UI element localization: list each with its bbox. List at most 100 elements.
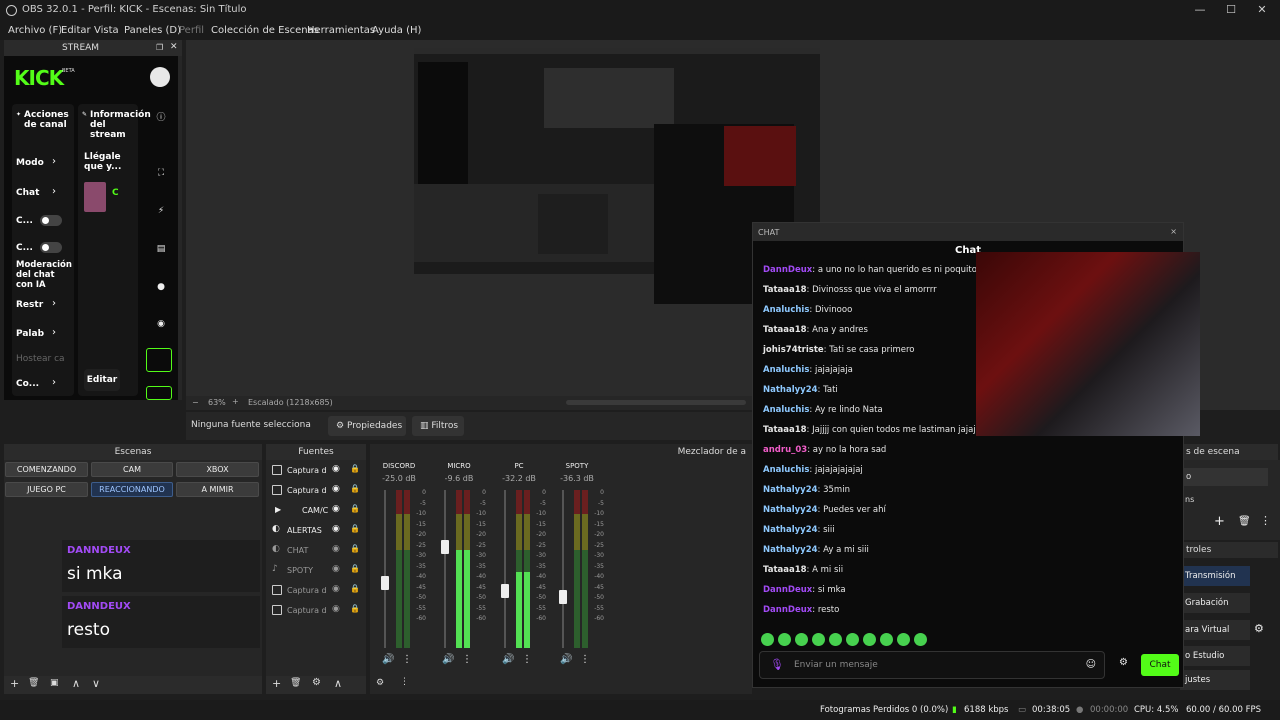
emote-icon[interactable] (812, 633, 825, 646)
source-item[interactable]: Captura d ◉ 🔒 (272, 601, 366, 621)
chevron-right-icon[interactable]: › (52, 327, 56, 338)
microphone-icon[interactable]: 🎙 (770, 658, 784, 671)
fader-knob[interactable] (381, 576, 389, 590)
eye-icon[interactable]: ◉ (332, 564, 340, 574)
source-item[interactable]: Captura d ◉ 🔒 (272, 461, 366, 481)
horizontal-scrollbar[interactable] (566, 400, 746, 405)
start-recording-button[interactable]: Grabación (1180, 593, 1250, 613)
broadcast-icon[interactable]: ◉ (154, 319, 168, 333)
document-icon[interactable]: ▤ (154, 244, 168, 258)
trash-icon[interactable]: 🗑 (28, 678, 39, 688)
advanced-audio-icon[interactable]: ⚙ (376, 678, 384, 688)
menu-archivo[interactable]: Archivo (F) (8, 25, 62, 36)
toggle-switch[interactable] (40, 242, 62, 253)
float-icon[interactable]: ❐ (156, 43, 163, 52)
chat-label[interactable]: Chat (16, 188, 39, 198)
virtual-camera-gear-icon[interactable]: ⚙ (1254, 622, 1264, 635)
words-label[interactable]: Palab (16, 329, 44, 339)
close-button[interactable]: ✕ (1250, 3, 1274, 19)
arrow-up-icon[interactable]: ∧ (334, 677, 342, 690)
emote-icon[interactable] (880, 633, 893, 646)
chat-message-user[interactable]: Analuchis (763, 365, 809, 375)
chat-send-button[interactable]: Chat (1141, 654, 1179, 676)
chat-message-user[interactable]: DannDeux (763, 605, 812, 615)
chat-close-icon[interactable]: × (1170, 227, 1177, 236)
volume-fader[interactable] (384, 490, 386, 648)
chat-message-user[interactable]: Tataaa18 (763, 425, 807, 435)
studio-mode-button[interactable]: o Estudio (1180, 646, 1250, 666)
emote-icon[interactable] (829, 633, 842, 646)
lock-icon[interactable]: 🔒 (350, 524, 360, 533)
source-item[interactable]: ◐ ALERTAS ◉ 🔒 (272, 521, 366, 541)
chat-settings-gear-icon[interactable]: ⚙ (1119, 657, 1128, 668)
edit-button[interactable]: Editar (84, 369, 120, 391)
add-icon[interactable]: + (10, 677, 19, 690)
source-item[interactable]: Captura d ◉ 🔒 (272, 581, 366, 601)
speaker-icon[interactable]: 🔊 (560, 654, 572, 665)
menu-herramientas[interactable]: Herramientas (307, 25, 375, 36)
chat-message-user[interactable]: Analuchis (763, 465, 809, 475)
menu-coleccion-escenas[interactable]: Colección de Escenas (211, 25, 319, 36)
chat-bubble-icon[interactable]: ● (154, 282, 168, 296)
trash-icon[interactable]: 🗑 (290, 678, 301, 688)
lock-icon[interactable]: 🔒 (350, 584, 360, 593)
toggle-switch[interactable] (40, 215, 62, 226)
menu-dots-icon[interactable]: ⋮ (580, 654, 590, 665)
scene-juego-pc[interactable]: JUEGO PC (5, 482, 88, 497)
remove-transition-icon[interactable]: 🗑 (1238, 516, 1251, 527)
zoom-in-button[interactable]: + (232, 397, 239, 406)
chevron-right-icon[interactable]: › (52, 156, 56, 167)
chat-message-user[interactable]: DannDeux (763, 585, 812, 595)
volume-fader[interactable] (504, 490, 506, 648)
fader-knob[interactable] (441, 540, 449, 554)
layout-toggle-button[interactable] (146, 348, 172, 372)
lock-icon[interactable]: 🔒 (350, 564, 360, 573)
duration-field[interactable]: ns (1182, 492, 1268, 508)
chat-message-user[interactable]: DannDeux (763, 265, 812, 275)
emote-icon[interactable] (761, 633, 774, 646)
eye-icon[interactable]: ◉ (332, 544, 340, 554)
menu-dots-icon[interactable]: ⋮ (402, 654, 412, 665)
co-label[interactable]: Co... (16, 379, 39, 389)
chat-message-user[interactable]: Nathalyy24 (763, 525, 818, 535)
chat-message-user[interactable]: Analuchis (763, 405, 809, 415)
eye-icon[interactable]: ◉ (332, 464, 340, 474)
add-transition-icon[interactable]: + (1214, 514, 1225, 529)
chat-input[interactable]: 🎙 Enviar un mensaje ☺ (759, 651, 1105, 679)
source-item[interactable]: Captura d ◉ 🔒 (272, 481, 366, 501)
eye-icon[interactable]: ◉ (332, 584, 340, 594)
menu-dots-icon[interactable]: ⋮ (400, 677, 409, 687)
emote-icon[interactable] (863, 633, 876, 646)
chat-message-user[interactable]: Analuchis (763, 305, 809, 315)
gear-icon[interactable]: ⚙ (312, 677, 321, 688)
lock-icon[interactable]: 🔒 (350, 464, 360, 473)
menu-ayuda[interactable]: Ayuda (H) (372, 25, 421, 36)
arrow-up-icon[interactable]: ∧ (72, 677, 80, 690)
chat-message-user[interactable]: Nathalyy24 (763, 545, 818, 555)
eye-icon[interactable]: ◉ (332, 484, 340, 494)
avatar[interactable] (150, 67, 170, 87)
chat-message-user[interactable]: Nathalyy24 (763, 505, 818, 515)
scene-xbox[interactable]: XBOX (176, 462, 259, 477)
chevron-right-icon[interactable]: › (52, 186, 56, 197)
fader-knob[interactable] (501, 584, 509, 598)
fullscreen-icon[interactable]: ⛶ (154, 168, 168, 182)
emoji-icon[interactable]: ☺ (1086, 659, 1096, 670)
panel-icon[interactable]: ▣ (50, 678, 59, 688)
chat-message-user[interactable]: Nathalyy24 (763, 385, 818, 395)
lock-icon[interactable]: 🔒 (350, 484, 360, 493)
chat-message-user[interactable]: Nathalyy24 (763, 485, 818, 495)
lock-icon[interactable]: 🔒 (350, 504, 360, 513)
menu-vista[interactable]: Vista (94, 25, 119, 36)
emote-icon[interactable] (846, 633, 859, 646)
dock-close-icon[interactable]: ✕ (170, 42, 178, 52)
lock-icon[interactable]: 🔒 (350, 544, 360, 553)
arrow-down-icon[interactable]: ∨ (92, 677, 100, 690)
speaker-icon[interactable]: 🔊 (442, 654, 454, 665)
transition-select[interactable]: o (1182, 468, 1268, 486)
scene-cam[interactable]: CAM (91, 462, 173, 477)
chat-message-user[interactable]: Tataaa18 (763, 565, 807, 575)
chat-message-user[interactable]: Tataaa18 (763, 285, 807, 295)
ai-moderation-label[interactable]: Moderación del chat con IA (16, 260, 74, 290)
start-streaming-button[interactable]: Transmisión (1180, 566, 1250, 586)
